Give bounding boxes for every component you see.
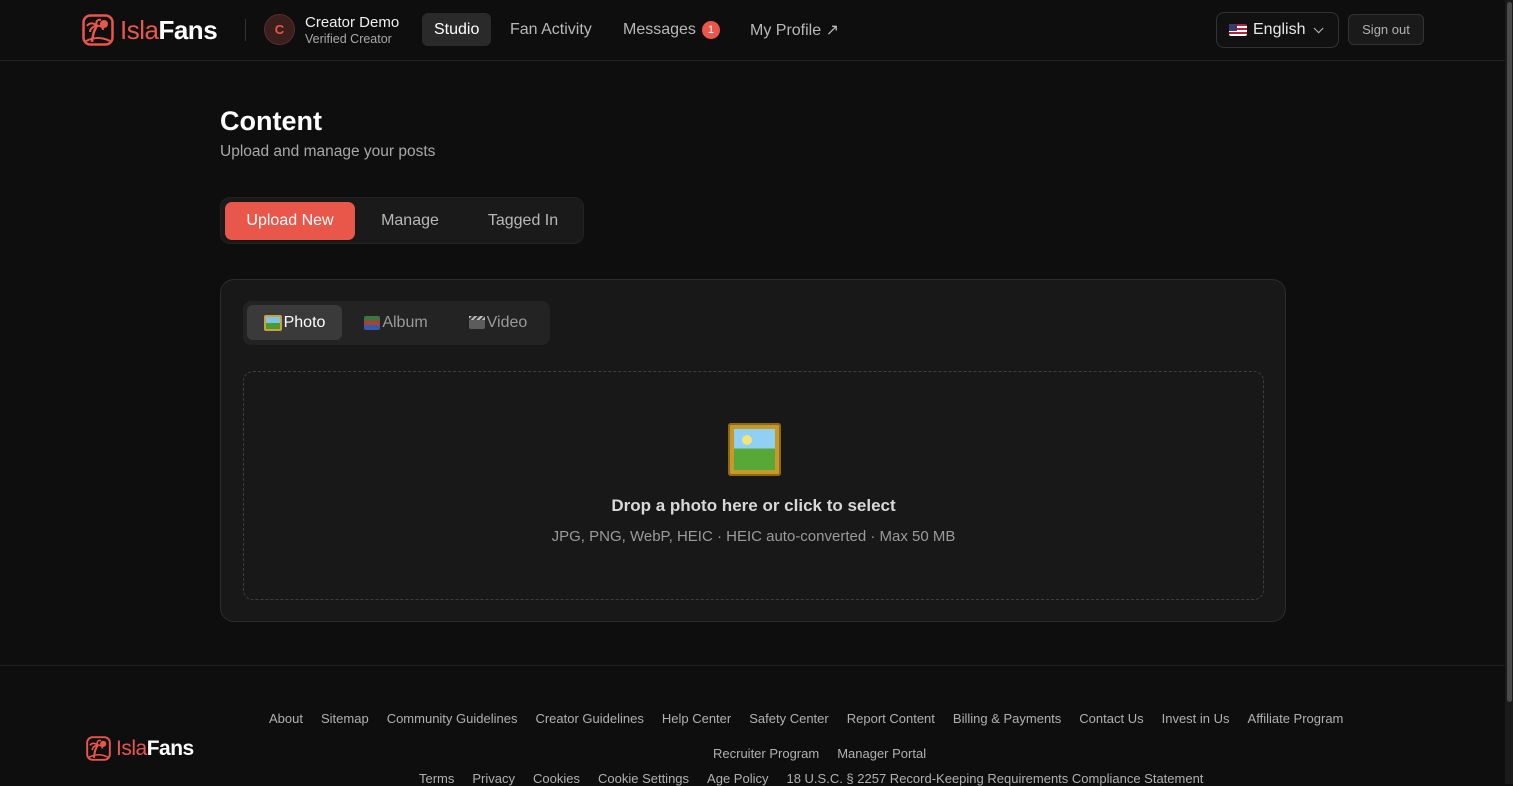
palm-tree-logo-icon [86,736,111,761]
page-subtitle: Upload and manage your posts [220,143,436,160]
footer-logo-fans: Fans [146,736,195,760]
nav-messages[interactable]: Messages 1 [611,13,732,46]
dropzone-formats: JPG, PNG, WebP, HEIC · HEIC auto-convert… [551,528,956,545]
tab-manage[interactable]: Manage [367,202,453,240]
footer-link[interactable]: Manager Portal [837,746,926,761]
nav-fan-activity[interactable]: Fan Activity [498,13,604,46]
upload-type-tabs: Photo Album Video [243,301,550,345]
footer-link[interactable]: Recruiter Program [713,746,819,761]
tab-photo-label: Photo [283,313,326,331]
language-select[interactable]: English [1216,12,1339,48]
footer: IslaFans About Sitemap Community Guideli… [0,665,1505,786]
footer-link[interactable]: Contact Us [1079,711,1143,726]
scrollbar-thumb[interactable] [1507,2,1512,702]
nav-messages-label: Messages [623,20,696,38]
islafans-logo[interactable]: IslaFans [82,14,218,46]
footer-link[interactable]: Invest in Us [1162,711,1230,726]
avatar[interactable]: C [264,14,295,45]
sign-out-button[interactable]: Sign out [1348,14,1424,45]
footer-link[interactable]: Help Center [662,711,731,726]
tab-album-label: Album [382,313,428,331]
framed-picture-icon [728,423,781,476]
footer-logo-isla: Isla [116,736,147,760]
tab-upload-new[interactable]: Upload New [225,202,355,240]
nav-my-profile[interactable]: My Profile ↗ [738,13,851,46]
top-header: IslaFans C Creator Demo Verified Creator… [0,0,1505,61]
us-flag-icon [1229,24,1247,36]
footer-links-row2: Recruiter Program Manager Portal [713,746,926,761]
footer-link[interactable]: About [269,711,303,726]
tab-photo[interactable]: Photo [247,305,342,340]
footer-link[interactable]: Sitemap [321,711,369,726]
footer-link[interactable]: Safety Center [749,711,829,726]
footer-link[interactable]: Billing & Payments [953,711,1061,726]
upload-card: Photo Album Video Drop a photo here or c… [220,279,1286,622]
logo-text-fans: Fans [158,14,218,45]
language-label: English [1253,21,1306,38]
header-divider [245,19,246,41]
footer-links-row1: About Sitemap Community Guidelines Creat… [269,711,1343,726]
tab-tagged-in[interactable]: Tagged In [473,202,573,240]
footer-logo-text: IslaFans [116,737,194,761]
footer-logo[interactable]: IslaFans [86,736,194,761]
page-title: Content [220,106,322,136]
books-icon [364,315,381,330]
chevron-down-icon [1314,22,1325,33]
dropzone-title: Drop a photo here or click to select [611,496,896,515]
tab-video[interactable]: Video [453,305,543,340]
footer-link[interactable]: Affiliate Program [1248,711,1344,726]
nav-studio[interactable]: Studio [422,13,492,46]
user-name: Creator Demo [305,14,400,31]
logo-text-isla: Isla [120,14,159,45]
footer-link[interactable]: Creator Guidelines [535,711,643,726]
photo-dropzone[interactable]: Drop a photo here or click to select JPG… [243,371,1264,600]
footer-link[interactable]: Report Content [847,711,935,726]
framed-picture-icon [263,314,282,331]
tab-video-label: Video [486,313,528,331]
tab-album[interactable]: Album [351,305,441,340]
user-status: Verified Creator [305,32,392,46]
palm-tree-logo-icon [82,14,114,46]
clapper-board-icon [468,316,485,329]
footer-link[interactable]: Community Guidelines [387,711,518,726]
content-tabs: Upload New Manage Tagged In [220,197,584,244]
messages-count-badge: 1 [701,20,720,39]
logo-text: IslaFans [120,14,218,46]
